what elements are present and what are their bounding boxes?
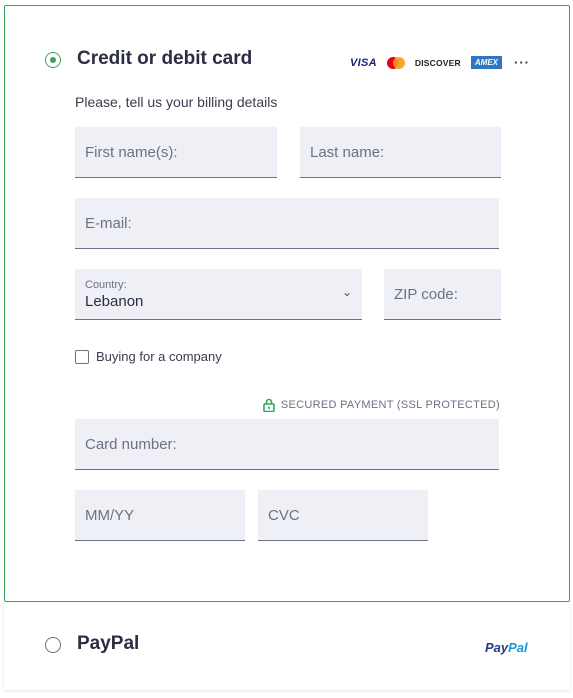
cvc-placeholder: CVC	[268, 506, 300, 524]
cvc-field[interactable]: CVC	[258, 490, 428, 541]
expiry-field[interactable]: MM/YY	[75, 490, 245, 541]
company-checkbox-label[interactable]: Buying for a company	[96, 349, 222, 364]
expiry-placeholder: MM/YY	[85, 506, 135, 524]
first-name-placeholder: First name(s):	[85, 143, 178, 161]
paypal-logo-icon: PayPal	[485, 640, 528, 655]
first-name-field[interactable]: First name(s):	[75, 127, 277, 178]
email-field[interactable]: E-mail:	[75, 198, 499, 249]
country-select[interactable]: Country: Lebanon ⌄	[75, 269, 362, 320]
secure-payment-notice: SECURED PAYMENT (SSL PROTECTED)	[263, 398, 500, 412]
discover-icon: DISCOVER	[414, 57, 461, 68]
mastercard-icon	[386, 56, 405, 69]
company-checkbox-row[interactable]: Buying for a company	[75, 349, 222, 364]
card-number-field[interactable]: Card number:	[75, 419, 499, 470]
visa-icon: VISA	[350, 56, 377, 69]
zip-field[interactable]: ZIP code:	[384, 269, 501, 320]
paypal-logo-pal: Pal	[508, 640, 528, 655]
paypal-method-radio[interactable]	[45, 637, 61, 653]
more-brands-icon: ···	[514, 55, 530, 70]
amex-icon: AMEX	[470, 56, 502, 69]
zip-placeholder: ZIP code:	[394, 285, 458, 303]
country-label: Country:	[85, 278, 127, 291]
country-value: Lebanon	[85, 292, 144, 310]
email-placeholder: E-mail:	[85, 214, 132, 232]
card-method-title: Credit or debit card	[77, 48, 253, 69]
card-method-radio[interactable]	[45, 52, 61, 68]
last-name-field[interactable]: Last name:	[300, 127, 501, 178]
company-checkbox[interactable]	[75, 349, 89, 364]
secure-payment-text: SECURED PAYMENT (SSL PROTECTED)	[280, 399, 500, 411]
paypal-logo-pay: Pay	[485, 640, 509, 655]
last-name-placeholder: Last name:	[310, 143, 385, 161]
card-brands: VISA DISCOVER AMEX ···	[350, 55, 530, 70]
paypal-method-title: PayPal	[77, 633, 140, 654]
chevron-down-icon: ⌄	[341, 285, 352, 299]
card-number-placeholder: Card number:	[85, 435, 177, 453]
billing-subtitle: Please, tell us your billing details	[75, 94, 278, 110]
lock-icon	[263, 398, 275, 412]
